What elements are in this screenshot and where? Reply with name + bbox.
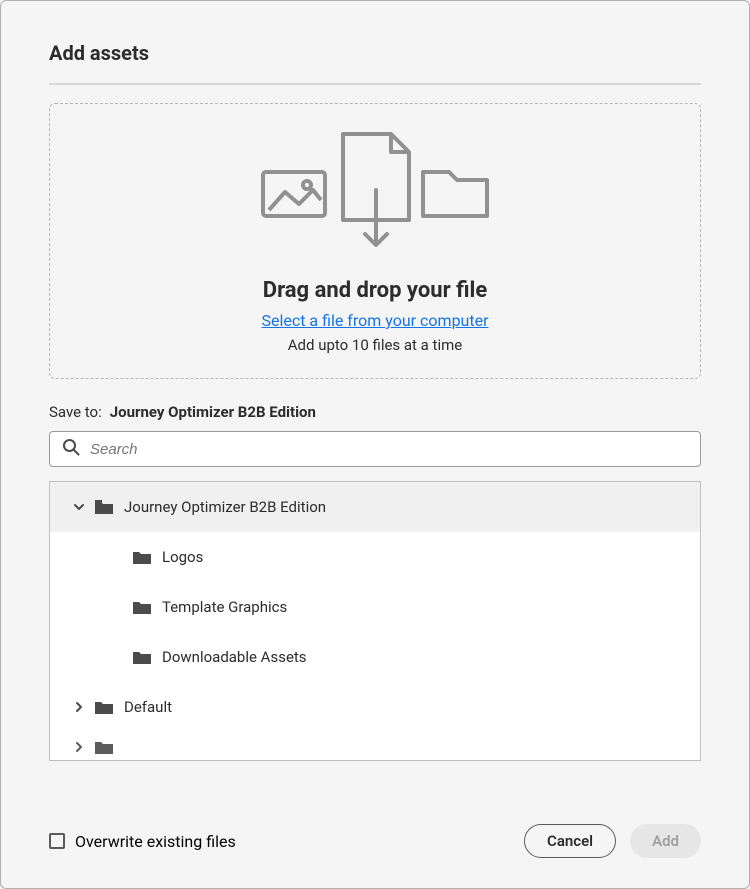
dropzone-note: Add upto 10 files at a time xyxy=(70,336,680,354)
save-to-value: Journey Optimizer B2B Edition xyxy=(110,403,316,421)
chevron-right-icon xyxy=(70,701,88,713)
cancel-button[interactable]: Cancel xyxy=(524,824,616,858)
tree-item-label: Journey Optimizer B2B Edition xyxy=(124,498,326,516)
folder-icon xyxy=(94,699,114,715)
tree-item-downloadable-assets[interactable]: Downloadable Assets xyxy=(50,632,700,682)
dialog-title: Add assets xyxy=(49,41,701,85)
dropzone-illustration xyxy=(70,128,680,248)
search-box[interactable] xyxy=(49,431,701,467)
tree-item-label: Downloadable Assets xyxy=(162,648,307,666)
folder-icon xyxy=(132,649,152,665)
search-icon xyxy=(62,438,80,460)
tree-root-default[interactable]: Default xyxy=(50,682,700,732)
dropzone-heading: Drag and drop your file xyxy=(70,278,680,303)
search-input[interactable] xyxy=(90,441,688,458)
overwrite-checkbox[interactable] xyxy=(49,833,65,849)
chevron-right-icon xyxy=(70,741,88,753)
folder-icon xyxy=(132,599,152,615)
add-assets-dialog: Add assets xyxy=(0,0,750,889)
tree-root-partial[interactable] xyxy=(50,732,700,761)
chevron-down-icon xyxy=(70,501,88,513)
save-to-row: Save to: Journey Optimizer B2B Edition xyxy=(49,403,701,421)
folder-tree: Journey Optimizer B2B Edition Logos Temp… xyxy=(49,481,701,761)
tree-item-label: Default xyxy=(124,698,172,716)
select-file-link[interactable]: Select a file from your computer xyxy=(261,311,488,330)
save-to-label: Save to: xyxy=(49,403,102,421)
folder-icon xyxy=(132,549,152,565)
folder-open-icon xyxy=(94,499,114,515)
overwrite-checkbox-row[interactable]: Overwrite existing files xyxy=(49,832,236,851)
tree-item-logos[interactable]: Logos xyxy=(50,532,700,582)
file-dropzone[interactable]: Drag and drop your file Select a file fr… xyxy=(49,103,701,379)
add-button: Add xyxy=(630,824,701,858)
folder-icon xyxy=(94,739,114,755)
dialog-footer: Overwrite existing files Cancel Add xyxy=(49,804,701,858)
tree-item-label: Template Graphics xyxy=(162,598,287,616)
overwrite-label: Overwrite existing files xyxy=(75,832,236,851)
tree-item-label: Logos xyxy=(162,548,203,566)
tree-root-journey-optimizer[interactable]: Journey Optimizer B2B Edition xyxy=(50,482,700,532)
tree-item-template-graphics[interactable]: Template Graphics xyxy=(50,582,700,632)
